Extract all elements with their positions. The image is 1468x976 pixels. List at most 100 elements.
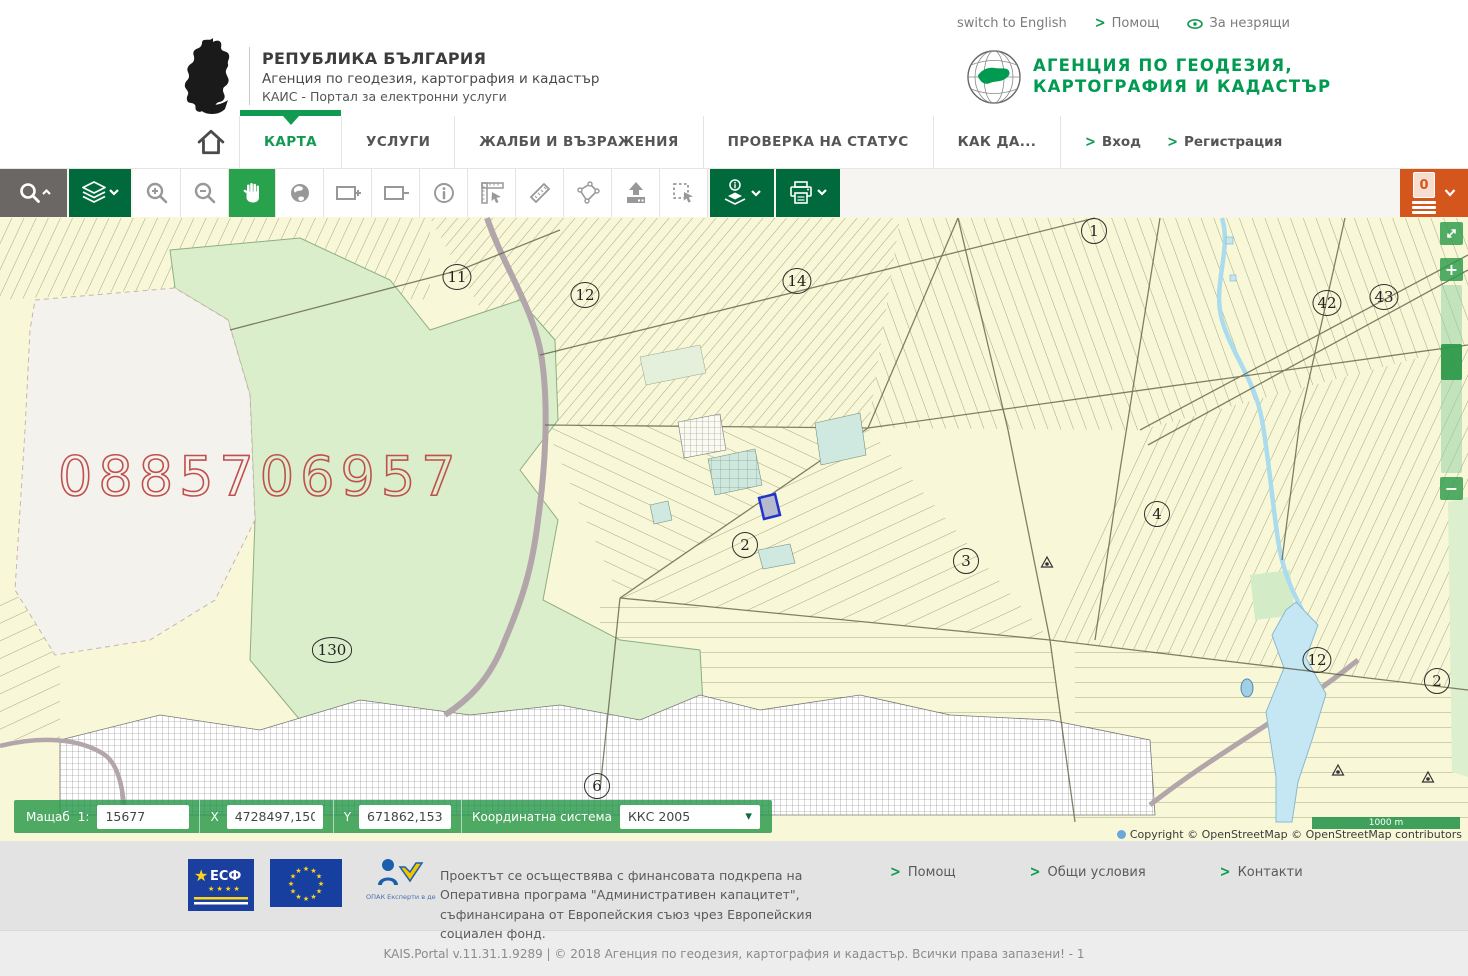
active-tab-triangle: [283, 116, 299, 125]
footer-help-link[interactable]: >Помощ: [890, 865, 956, 880]
portal-title: КАИС - Портал за електронни услуги: [262, 89, 599, 104]
zoom-slider-handle[interactable]: [1441, 344, 1462, 380]
svg-text:★: ★: [194, 866, 208, 885]
map-marker: 1: [1081, 218, 1107, 244]
x-coordinate-input[interactable]: [227, 805, 323, 829]
y-coordinate-input[interactable]: [359, 805, 451, 829]
header: РЕПУБЛИКА БЪЛГАРИЯ Агенция по геодезия, …: [0, 40, 1468, 116]
map-marker: 2: [1424, 668, 1450, 694]
chevron-right-icon: >: [1085, 133, 1096, 150]
chevron-right-icon: >: [1030, 864, 1041, 881]
map-marker: 6: [584, 773, 610, 799]
search-button[interactable]: [0, 169, 67, 217]
measure-area-button[interactable]: [564, 169, 612, 217]
coordinates-button[interactable]: [468, 169, 516, 217]
help-link[interactable]: >Помощ: [1095, 16, 1160, 31]
tab-kak-da[interactable]: КАК ДА...: [933, 116, 1062, 168]
switch-language-link[interactable]: switch to English: [957, 16, 1067, 31]
select-rectangle-icon: [670, 180, 698, 206]
version-copyright: KAIS.Portal v.11.31.1.9289 | © 2018 Аген…: [383, 947, 1084, 961]
map-marker: 42: [1312, 290, 1341, 316]
coat-of-arms-lion-icon: [183, 38, 241, 114]
project-funding-text: Проектът се осъществява с финансовата по…: [440, 866, 845, 944]
tab-proverka-status[interactable]: ПРОВЕРКА НА СТАТУС: [703, 116, 933, 168]
register-link[interactable]: >Регистрация: [1167, 134, 1282, 150]
x-label: X: [210, 810, 218, 824]
svg-text:★: ★: [310, 893, 316, 901]
login-link[interactable]: >Вход: [1085, 134, 1141, 150]
map-marker: 14: [782, 268, 811, 294]
footer: ★ ЕСФ ★ ★ ★ ★ ★★★ ★★★ ★★★ ★★★: [0, 841, 1468, 930]
home-icon: [195, 128, 227, 156]
upload-icon: [623, 180, 649, 206]
layers-button[interactable]: [69, 169, 131, 217]
zoom-rect-in-button[interactable]: [324, 169, 372, 217]
fullscreen-button[interactable]: [1440, 222, 1463, 245]
scale-input[interactable]: [97, 805, 189, 829]
globe-bulgaria-icon: [965, 48, 1023, 106]
map-marker: 11: [442, 264, 471, 290]
footer-contacts-link[interactable]: >Контакти: [1220, 865, 1303, 880]
crs-select[interactable]: ККС 2005 ▾: [620, 805, 760, 829]
ruler-icon: [527, 180, 553, 206]
hand-pan-icon: [240, 180, 264, 206]
measure-distance-button[interactable]: [516, 169, 564, 217]
layer-info-dropdown[interactable]: [708, 169, 774, 217]
map-zoom-controls: + −: [1440, 222, 1464, 500]
cart-dropdown[interactable]: 0: [1400, 169, 1468, 217]
chevron-right-icon: >: [1167, 133, 1178, 150]
tab-uslugi[interactable]: УСЛУГИ: [341, 116, 454, 168]
agency-title: Агенция по геодезия, картография и кадас…: [262, 71, 599, 87]
tab-karta[interactable]: КАРТА: [239, 116, 341, 168]
home-button[interactable]: [183, 116, 239, 168]
tab-zhalbi[interactable]: ЖАЛБИ И ВЪЗРАЖЕНИЯ: [454, 116, 702, 168]
top-bar: switch to English >Помощ За незрящи: [0, 0, 1468, 40]
chevron-down-icon: ▾: [745, 809, 752, 824]
zoom-out-icon: [192, 180, 218, 206]
brand-left[interactable]: РЕПУБЛИКА БЪЛГАРИЯ Агенция по геодезия, …: [183, 38, 599, 114]
scale-label: Мащаб: [26, 810, 70, 824]
rectangle-plus-icon: [334, 181, 362, 205]
polygon-icon: [574, 180, 602, 206]
zoom-out-button[interactable]: [181, 169, 229, 217]
map-marker: 12: [570, 282, 599, 308]
select-button[interactable]: [660, 169, 708, 217]
map-marker: 2: [732, 532, 758, 558]
zoom-slider[interactable]: [1441, 285, 1462, 473]
info-button[interactable]: [420, 169, 468, 217]
coordinates-ruler-icon: [478, 180, 506, 206]
upload-button[interactable]: [612, 169, 660, 217]
cadastral-map[interactable]: 0885706957 111121442434321306122 Мащаб 1…: [0, 217, 1468, 841]
footer-terms-link[interactable]: >Общи условия: [1030, 865, 1146, 880]
zoom-out-map-button[interactable]: −: [1440, 477, 1463, 500]
svg-text:★ ★ ★ ★: ★ ★ ★ ★: [208, 885, 240, 893]
zoom-in-icon: [144, 180, 170, 206]
zoom-rect-out-button[interactable]: [372, 169, 420, 217]
svg-text:★: ★: [288, 880, 294, 888]
svg-text:★: ★: [295, 867, 301, 875]
zoom-in-button[interactable]: [133, 169, 181, 217]
map-marker: 12: [1302, 647, 1331, 673]
map-marker: 43: [1369, 284, 1398, 310]
accessibility-link[interactable]: За незрящи: [1187, 16, 1290, 31]
print-dropdown[interactable]: [774, 169, 840, 217]
rectangle-minus-icon: [382, 181, 410, 205]
layers-icon: [80, 179, 120, 207]
agency-logo: АГЕНЦИЯ ПО ГЕОДЕЗИЯ, КАРТОГРАФИЯ И КАДАС…: [965, 48, 1331, 106]
svg-text:★: ★: [303, 895, 309, 903]
layer-info-icon: [720, 178, 764, 208]
republic-title: РЕПУБЛИКА БЪЛГАРИЯ: [262, 49, 599, 68]
zoom-in-map-button[interactable]: +: [1440, 258, 1463, 281]
esf-logo: ★ ЕСФ ★ ★ ★ ★: [188, 859, 254, 911]
chevron-down-icon: [1444, 188, 1456, 198]
svg-text:★: ★: [290, 888, 296, 896]
globe-icon: [287, 180, 313, 206]
search-icon: [17, 180, 51, 206]
pan-button[interactable]: [229, 169, 276, 217]
watermark-phone: 0885706957: [58, 445, 462, 508]
chevron-right-icon: >: [890, 864, 901, 881]
svg-text:ОПАК Експерти в действие: ОПАК Експерти в действие: [366, 893, 436, 901]
divider: [249, 47, 250, 105]
globe-extent-button[interactable]: [276, 169, 324, 217]
map-statusbar: Мащаб 1: X Y Координатна система ККС 200…: [14, 800, 772, 833]
